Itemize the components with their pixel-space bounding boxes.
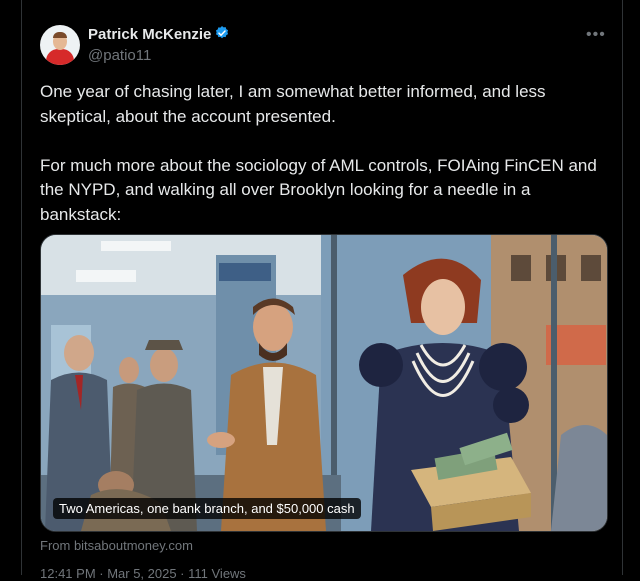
tweet-header: Patrick McKenzie @patio11 ••• [40,22,610,66]
author-name[interactable]: Patrick McKenzie [88,26,211,43]
verified-badge-icon [215,26,229,39]
link-source[interactable]: From bitsaboutmoney.com [40,538,193,553]
tweet-meta: 12:41 PM · Mar 5, 2025 · 111 Views [40,566,246,581]
image-caption: Two Americas, one bank branch, and $50,0… [53,498,361,519]
tweet-image[interactable]: Two Americas, one bank branch, and $50,0… [40,234,608,532]
tweet-text: One year of chasing later, I am somewhat… [40,82,597,224]
illustration [41,235,607,531]
avatar[interactable] [40,25,80,65]
author-handle[interactable]: @patio11 [88,47,151,64]
more-options-icon[interactable]: ••• [586,26,606,44]
